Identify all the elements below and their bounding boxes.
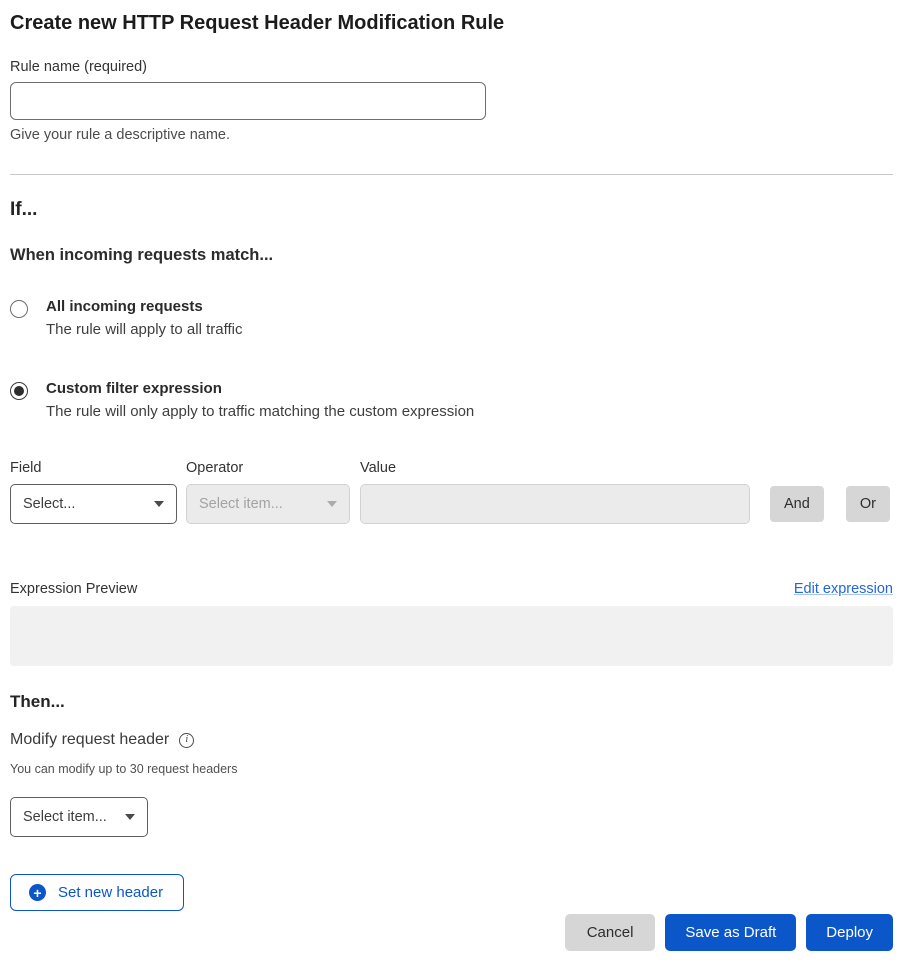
set-new-header-button[interactable]: + Set new header: [10, 874, 184, 911]
edit-expression-link[interactable]: Edit expression: [794, 581, 893, 597]
create-rule-page: Create new HTTP Request Header Modificat…: [0, 0, 899, 969]
match-subheading: When incoming requests match...: [10, 246, 893, 265]
footer-actions: Cancel Save as Draft Deploy: [10, 914, 893, 951]
section-divider: [10, 174, 893, 175]
operator-select: Select item...: [186, 484, 350, 524]
radio-custom-filter-expression[interactable]: Custom filter expression The rule will o…: [10, 380, 893, 420]
field-label: Field: [10, 460, 177, 476]
chevron-down-icon: [154, 501, 164, 507]
value-label: Value: [360, 460, 750, 476]
chevron-down-icon: [327, 501, 337, 507]
expression-preview-box: [10, 606, 893, 666]
info-icon[interactable]: i: [179, 733, 194, 748]
header-action-select-value: Select item...: [23, 809, 107, 825]
operator-select-value: Select item...: [199, 496, 283, 512]
cancel-button[interactable]: Cancel: [565, 914, 656, 951]
radio-all-incoming-requests[interactable]: All incoming requests The rule will appl…: [10, 298, 893, 338]
operator-label: Operator: [186, 460, 350, 476]
field-select[interactable]: Select...: [10, 484, 177, 524]
deploy-button[interactable]: Deploy: [806, 914, 893, 951]
field-select-value: Select...: [23, 496, 75, 512]
page-title: Create new HTTP Request Header Modificat…: [10, 10, 893, 36]
radio-unselected-icon[interactable]: [10, 300, 28, 318]
radio-selected-icon[interactable]: [10, 382, 28, 400]
modify-request-header-label: Modify request header: [10, 731, 169, 749]
rule-name-label: Rule name (required): [10, 59, 893, 75]
modify-header-hint: You can modify up to 30 request headers: [10, 762, 893, 776]
modify-header-row: Modify request header i: [10, 731, 893, 749]
radio-label: Custom filter expression: [46, 380, 474, 397]
radio-description: The rule will apply to all traffic: [46, 321, 242, 338]
or-button[interactable]: Or: [846, 486, 890, 522]
if-heading: If...: [10, 199, 893, 221]
radio-label: All incoming requests: [46, 298, 242, 315]
then-heading: Then...: [10, 692, 893, 712]
save-as-draft-button[interactable]: Save as Draft: [665, 914, 796, 951]
header-action-select[interactable]: Select item...: [10, 797, 148, 837]
radio-description: The rule will only apply to traffic matc…: [46, 403, 474, 420]
plus-icon: +: [29, 884, 46, 901]
and-button[interactable]: And: [770, 486, 824, 522]
expression-preview-header: Expression Preview Edit expression: [10, 581, 893, 597]
chevron-down-icon: [125, 814, 135, 820]
set-new-header-label: Set new header: [58, 884, 163, 901]
expression-preview-label: Expression Preview: [10, 581, 137, 597]
value-input: [360, 484, 750, 524]
expression-builder-row: Field Select... Operator Select item... …: [10, 460, 893, 524]
rule-name-input[interactable]: [10, 82, 486, 120]
rule-name-help: Give your rule a descriptive name.: [10, 127, 893, 143]
